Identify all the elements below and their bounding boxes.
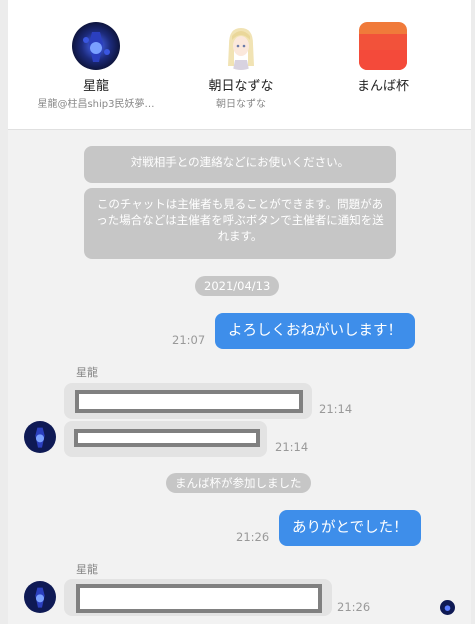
participant-name: 朝日なずな <box>208 79 274 94</box>
sender-name: 星龍 <box>76 366 98 379</box>
sender-avatar[interactable] <box>24 581 56 613</box>
date-separator: 2021/04/13 <box>195 276 280 296</box>
incoming-message[interactable] <box>64 421 267 457</box>
participant-name: まんば杯 <box>356 79 409 94</box>
read-receipt-avatar <box>440 600 455 615</box>
message-time: 21:26 <box>337 600 371 614</box>
message-time: 21:26 <box>236 530 270 544</box>
incoming-message[interactable] <box>64 579 332 616</box>
redacted-text <box>76 584 322 613</box>
participant-subtitle: 星龍@柱昌ship3民妖夢… <box>37 99 155 110</box>
participant-name: 星龍 <box>82 79 109 94</box>
message-time: 21:14 <box>319 402 353 416</box>
participant-2[interactable]: 朝日なずな 朝日なずな <box>166 22 316 111</box>
sender-name: 星龍 <box>76 563 98 576</box>
participant-subtitle: 朝日なずな <box>216 99 266 110</box>
sender-avatar[interactable] <box>24 421 56 453</box>
outgoing-message[interactable]: ありがとでした！ <box>279 510 421 546</box>
participant-1[interactable]: 星龍 星龍@柱昌ship3民妖夢… <box>21 22 171 111</box>
incoming-message[interactable] <box>64 383 312 419</box>
avatar <box>217 22 265 70</box>
tournament-logo <box>359 22 407 70</box>
avatar <box>72 22 120 70</box>
system-notice-organizer: このチャットは主催者も見ることができます。問題があった場合などは主催者を呼ぶボタ… <box>84 188 396 259</box>
participant-3[interactable]: まんば杯 <box>308 22 458 95</box>
message-time: 21:07 <box>172 333 206 347</box>
participants-header: 星龍 星龍@柱昌ship3民妖夢… 朝日なずな 朝日なずな まんば杯 <box>8 0 471 130</box>
redacted-text <box>74 429 260 447</box>
join-notice: まんば杯が参加しました <box>166 473 311 493</box>
message-time: 21:14 <box>275 440 309 454</box>
outgoing-message[interactable]: よろしくおねがいします！ <box>215 313 415 349</box>
system-notice: 対戦相手との連絡などにお使いください。 <box>84 146 396 183</box>
redacted-text <box>75 390 303 413</box>
